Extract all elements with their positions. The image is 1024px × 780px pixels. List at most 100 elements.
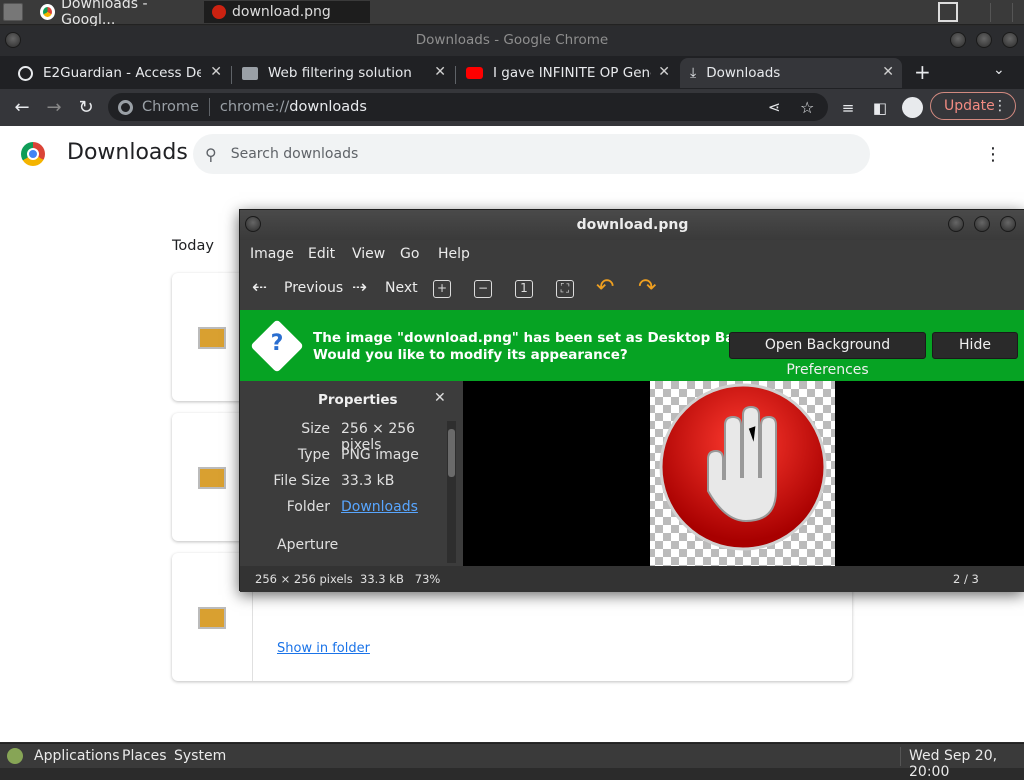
search-icon: ⚲ [205, 144, 217, 164]
chrome-icon [40, 4, 56, 20]
panel-separator [900, 747, 901, 766]
tab-label: Web filtering solution [268, 65, 412, 81]
clock[interactable]: Wed Sep 20, 20:00 [909, 748, 1024, 780]
property-key: Size [301, 421, 330, 437]
properties-sidebar: Properties ✕ Size 256 × 256 pixels Type PN… [240, 381, 462, 566]
panel-separator [1012, 3, 1013, 22]
sidebar-scrollbar[interactable] [447, 421, 456, 563]
maximize-button[interactable] [974, 216, 990, 232]
places-menu[interactable]: Places [122, 748, 167, 764]
share-icon[interactable]: ⋖ [768, 98, 781, 116]
tab-youtube[interactable]: I gave INFINITE OP Generat ✕ [456, 58, 678, 88]
rotate-left-icon[interactable]: ↶ [596, 275, 614, 300]
profile-avatar[interactable] [902, 97, 923, 118]
mate-logo-icon [7, 748, 23, 764]
menu-view[interactable]: View [352, 246, 385, 262]
previous-button[interactable]: Previous [284, 280, 343, 296]
date-section-label: Today [172, 238, 214, 254]
best-fit-icon[interactable]: ⛶ [556, 280, 574, 298]
viewer-menubar: Image Edit View Go Help [240, 240, 1024, 268]
omnibox[interactable]: Chrome chrome://downloads ⋖ ☆ [108, 93, 828, 121]
download-icon: ⤓ [690, 65, 697, 81]
tab-downloads[interactable]: ⤓ Downloads ✕ [680, 58, 902, 88]
top-panel: Downloads - Googl... download.png [0, 0, 1024, 28]
properties-title: Properties [318, 392, 398, 408]
property-row: File Size 33.3 kB [240, 473, 450, 499]
property-key: Aperture [277, 537, 339, 553]
show-desktop-icon[interactable] [938, 2, 958, 22]
property-key: File Size [273, 473, 330, 489]
close-button[interactable] [1000, 216, 1016, 232]
next-arrow-icon[interactable]: ⇢ [352, 277, 367, 298]
close-tab-icon[interactable]: ✕ [434, 64, 446, 80]
side-panel-icon[interactable]: ◧ [868, 96, 892, 120]
normal-size-icon[interactable]: 1 [515, 280, 533, 298]
tab-label: E2Guardian - Access Denie [43, 65, 201, 81]
menu-image[interactable]: Image [250, 246, 294, 262]
close-tab-icon[interactable]: ✕ [658, 64, 670, 80]
reading-list-icon[interactable]: ≡ [836, 96, 860, 120]
youtube-icon [466, 67, 483, 79]
panel-separator [990, 3, 991, 22]
folder-link[interactable]: Downloads [341, 499, 418, 515]
task-chrome-downloads[interactable]: Downloads - Googl... [32, 0, 202, 28]
background-set-infobar: ? The image "download.png" has been set … [240, 310, 1024, 381]
omnibox-divider [208, 98, 210, 116]
tab-strip: E2Guardian - Access Denie ✕ Web filterin… [0, 56, 1024, 89]
previous-arrow-icon[interactable]: ⇠ [252, 277, 267, 298]
tab-e2guardian[interactable]: E2Guardian - Access Denie ✕ [8, 58, 230, 88]
update-button[interactable]: Update ⋮ [930, 92, 1016, 120]
panel-app-icon[interactable] [3, 3, 23, 21]
new-tab-icon[interactable]: + [914, 60, 931, 84]
maximize-button[interactable] [976, 32, 992, 48]
update-label: Update [944, 98, 995, 114]
property-value: 33.3 kB [341, 473, 395, 489]
page-title: Downloads [67, 140, 188, 165]
forward-arrow-icon[interactable]: → [42, 96, 66, 120]
infobar-message-line2: Would you like to modify its appearance? [313, 347, 628, 363]
kebab-menu-icon[interactable]: ⋮ [993, 98, 1007, 114]
minimize-button[interactable] [948, 216, 964, 232]
zoom-in-icon[interactable]: + [433, 280, 451, 298]
menu-help[interactable]: Help [438, 246, 470, 262]
search-input[interactable]: ⚲ Search downloads [193, 134, 870, 174]
system-menu[interactable]: System [174, 748, 226, 764]
property-row: Size 256 × 256 pixels [240, 421, 450, 453]
menu-go[interactable]: Go [400, 246, 419, 262]
property-row: Type PNG image [240, 447, 450, 473]
back-arrow-icon[interactable]: ← [10, 96, 34, 120]
next-button[interactable]: Next [385, 280, 418, 296]
task-label: Downloads - Googl... [61, 0, 148, 28]
window-title: Downloads - Google Chrome [415, 32, 609, 48]
image-canvas[interactable] [463, 381, 1024, 566]
image-file-icon [198, 327, 226, 349]
close-tab-icon[interactable]: ✕ [882, 64, 894, 80]
window-menu-button[interactable] [5, 32, 21, 48]
close-sidebar-icon[interactable]: ✕ [434, 390, 446, 406]
show-in-folder-link[interactable]: Show in folder [277, 641, 370, 656]
zoom-out-icon[interactable]: − [474, 280, 492, 298]
task-label: download.png [232, 4, 331, 20]
omnibox-site-label: Chrome [142, 99, 199, 115]
status-position: 2 / 3 [953, 572, 979, 586]
task-download-png[interactable]: download.png [204, 1, 370, 23]
bookmark-star-icon[interactable]: ☆ [800, 98, 814, 117]
tab-label: Downloads [706, 65, 781, 81]
open-background-preferences-button[interactable]: Open Background Preferences [729, 332, 926, 378]
applications-menu[interactable]: Applications [34, 748, 120, 764]
more-actions-icon[interactable]: ⋮ [984, 144, 1002, 165]
hide-button[interactable]: Hide [932, 332, 1018, 359]
stop-hand-image [650, 381, 835, 566]
tab-search-chevron-icon[interactable]: ⌄ [993, 62, 1005, 78]
property-key: Type [297, 447, 330, 463]
reload-icon[interactable]: ↻ [74, 96, 98, 120]
close-button[interactable] [1002, 32, 1018, 48]
window-menu-button[interactable] [245, 216, 261, 232]
menu-edit[interactable]: Edit [308, 246, 335, 262]
close-tab-icon[interactable]: ✕ [210, 64, 222, 80]
tab-web-filtering[interactable]: Web filtering solution ✕ [232, 58, 454, 88]
minimize-button[interactable] [950, 32, 966, 48]
globe-icon [18, 65, 33, 81]
question-mark: ? [270, 331, 284, 356]
rotate-right-icon[interactable]: ↷ [638, 275, 656, 300]
